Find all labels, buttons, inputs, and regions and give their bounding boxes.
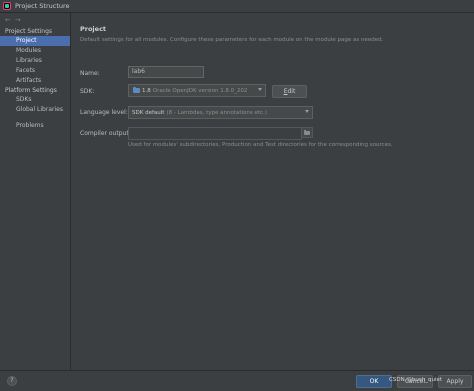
dialog-footer: ? OK Cancel Apply CSDN @hush_quiet — [0, 370, 474, 391]
language-level-detail: (8 - Lambdas, type annotations etc.) — [166, 109, 267, 116]
intellij-app-icon — [3, 2, 11, 10]
language-level-label: Language level: — [80, 109, 128, 116]
language-level-dropdown[interactable]: SDK default (8 - Lambdas, type annotatio… — [128, 106, 313, 119]
compiler-output-hint: Used for modules' subdirectories, Produc… — [128, 142, 393, 148]
page-description: Default settings for all modules. Config… — [80, 37, 384, 43]
compiler-output-input[interactable] — [128, 127, 302, 140]
nav-arrows: ← → — [0, 13, 70, 27]
ok-button[interactable]: OK — [356, 375, 392, 388]
help-button[interactable]: ? — [7, 376, 17, 386]
sidebar-item-modules[interactable]: Modules — [0, 46, 70, 56]
window-title: Project Structure — [15, 2, 70, 10]
project-name-input[interactable]: lab6 — [128, 66, 204, 78]
sidebar: ← → Project Settings Project Modules Lib… — [0, 13, 71, 370]
name-label: Name: — [80, 70, 100, 77]
sidebar-item-problems[interactable]: Problems — [0, 121, 70, 131]
title-bar: Project Structure — [0, 0, 474, 13]
sidebar-item-project[interactable]: Project — [0, 36, 70, 46]
chevron-down-icon — [305, 110, 309, 113]
sidebar-item-artifacts[interactable]: Artifacts — [0, 76, 70, 86]
sdk-label: SDK: — [80, 88, 95, 95]
browse-folder-button[interactable] — [301, 127, 313, 138]
folder-icon — [304, 129, 310, 135]
platform-settings-title: Platform Settings — [5, 87, 57, 94]
sidebar-item-libraries[interactable]: Libraries — [0, 56, 70, 66]
edit-sdk-button[interactable]: Edit — [272, 85, 307, 98]
sdk-detail: Oracle OpenJDK version 1.8.0_202 — [152, 87, 248, 94]
chevron-down-icon — [258, 88, 262, 91]
watermark: CSDN @hush_quiet — [389, 377, 443, 383]
apply-button[interactable]: Apply — [438, 375, 472, 388]
language-level-value: SDK default — [132, 109, 165, 116]
forward-arrow-icon[interactable]: → — [15, 16, 21, 24]
sidebar-item-sdks[interactable]: SDKs — [0, 95, 70, 105]
sdk-folder-icon — [133, 86, 140, 93]
sidebar-item-global-libraries[interactable]: Global Libraries — [0, 105, 70, 115]
sdk-dropdown[interactable]: 1.8 Oracle OpenJDK version 1.8.0_202 — [128, 84, 266, 97]
compiler-output-label: Compiler output: — [80, 130, 131, 137]
back-arrow-icon[interactable]: ← — [5, 16, 11, 24]
sidebar-item-facets[interactable]: Facets — [0, 66, 70, 76]
project-settings-panel: Project Default settings for all modules… — [71, 13, 474, 370]
sdk-version: 1.8 — [142, 87, 151, 94]
page-title: Project — [80, 25, 107, 33]
project-settings-title: Project Settings — [5, 28, 53, 35]
